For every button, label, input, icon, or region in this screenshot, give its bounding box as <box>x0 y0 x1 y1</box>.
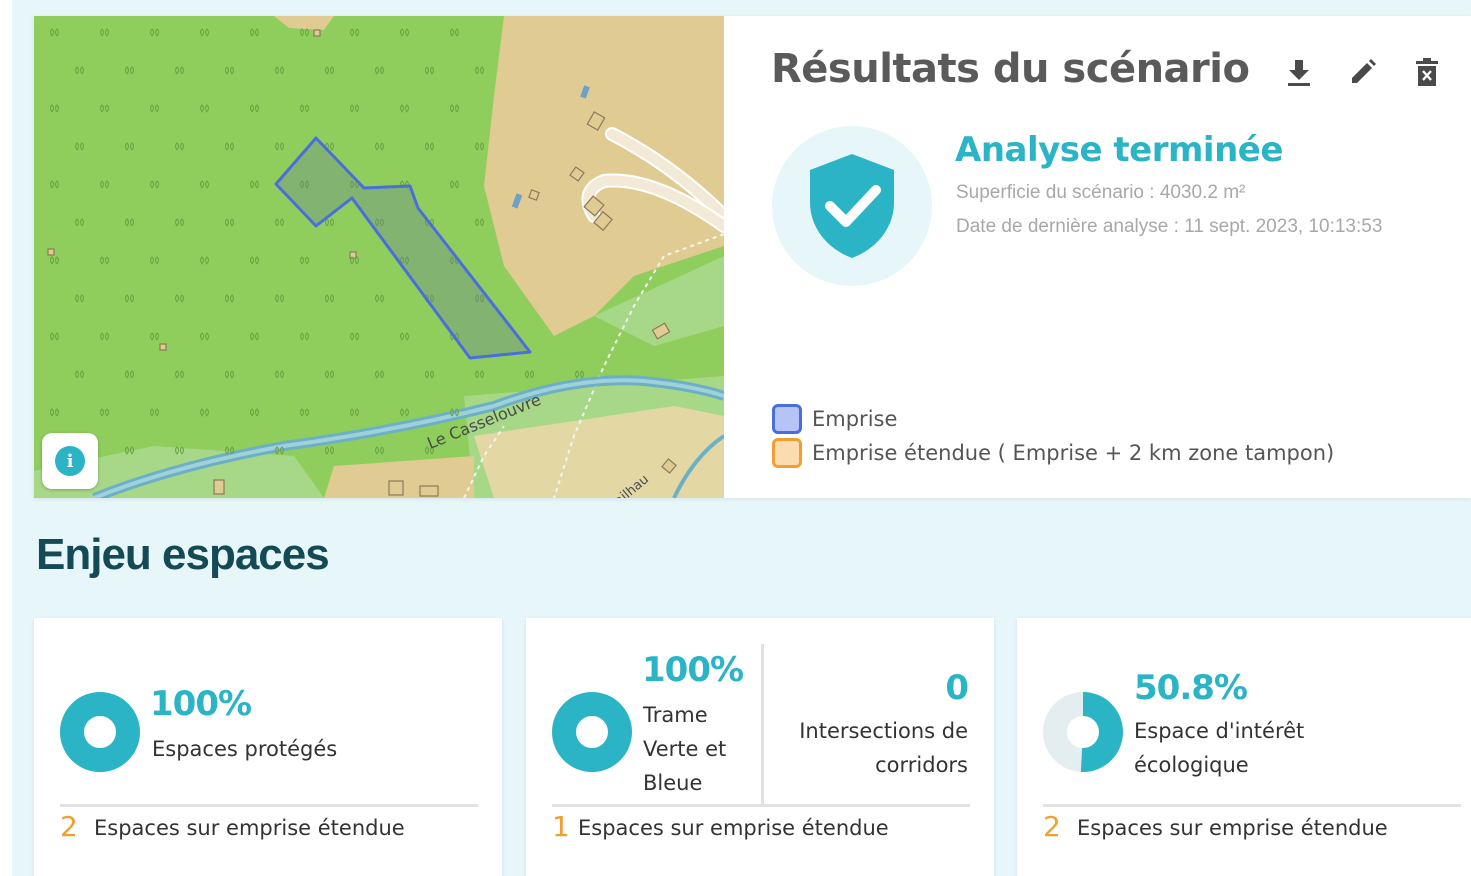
label-line: Verte et <box>643 737 727 761</box>
percent-value: 100% <box>150 684 252 724</box>
legend-item-emprise-etendue: Emprise étendue ( Emprise + 2 km zone ta… <box>772 438 1334 468</box>
count-label: Espaces sur emprise étendue <box>1077 816 1388 840</box>
intersections-label: Intersections de corridors <box>799 714 968 782</box>
donut-chart <box>552 692 632 772</box>
label-line: Intersections de <box>799 719 968 743</box>
legend-item-emprise: Emprise <box>772 404 897 434</box>
card-trame-verte-bleue: 100% Trame Verte et Bleue 0 Intersection… <box>526 618 994 876</box>
card-espace-interet-ecologique: 50.8% Espace d'intérêt écologique 2 Espa… <box>1017 618 1471 876</box>
card-label: Trame Verte et Bleue <box>643 698 726 800</box>
info-icon: i <box>55 446 85 476</box>
divider <box>552 804 970 807</box>
label-line: corridors <box>875 753 968 777</box>
analysis-status: Analyse terminée <box>955 130 1283 170</box>
map-canvas: . Le Casselouvre arailhau <box>34 16 724 498</box>
divider <box>60 804 478 807</box>
divider <box>1043 804 1461 807</box>
legend-label: Emprise <box>812 407 898 431</box>
count-label: Espaces sur emprise étendue <box>578 816 889 840</box>
edit-icon[interactable] <box>1345 52 1381 92</box>
label-line: Espace d'intérêt <box>1134 719 1305 743</box>
percent-value: 50.8% <box>1134 668 1248 708</box>
shield-check-icon <box>810 154 894 258</box>
card-espaces-proteges: 100% Espaces protégés 2 Espaces sur empr… <box>34 618 502 876</box>
label-line: Bleue <box>643 771 703 795</box>
results-title: Résultats du scénario <box>771 46 1250 92</box>
donut-chart <box>1043 692 1123 772</box>
download-icon[interactable] <box>1281 52 1317 92</box>
scenario-area: Superficie du scénario : 4030.2 m² <box>956 182 1246 203</box>
label-line: Trame <box>643 703 708 727</box>
delete-icon[interactable] <box>1409 52 1445 92</box>
last-analysis-date: Date de dernière analyse : 11 sept. 2023… <box>956 216 1383 237</box>
count-value: 2 <box>1043 810 1061 843</box>
count-value: 1 <box>552 810 570 843</box>
label-line: écologique <box>1134 753 1249 777</box>
count-label: Espaces sur emprise étendue <box>94 816 405 840</box>
card-label: Espaces protégés <box>152 737 338 761</box>
status-badge <box>772 126 932 286</box>
donut-chart <box>60 692 140 772</box>
legend-swatch-emprise-etendue <box>772 438 802 468</box>
section-title: Enjeu espaces <box>36 530 330 579</box>
intersections-value: 0 <box>945 668 969 708</box>
card-label: Espace d'intérêt écologique <box>1134 714 1304 782</box>
map-view[interactable]: . Le Casselouvre arailhau <box>34 16 724 498</box>
map-info-button[interactable]: i <box>42 433 98 489</box>
legend-swatch-emprise <box>772 404 802 434</box>
percent-value: 100% <box>642 650 744 690</box>
legend-label: Emprise étendue ( Emprise + 2 km zone ta… <box>812 441 1335 465</box>
count-value: 2 <box>60 810 78 843</box>
vertical-divider <box>761 644 764 804</box>
